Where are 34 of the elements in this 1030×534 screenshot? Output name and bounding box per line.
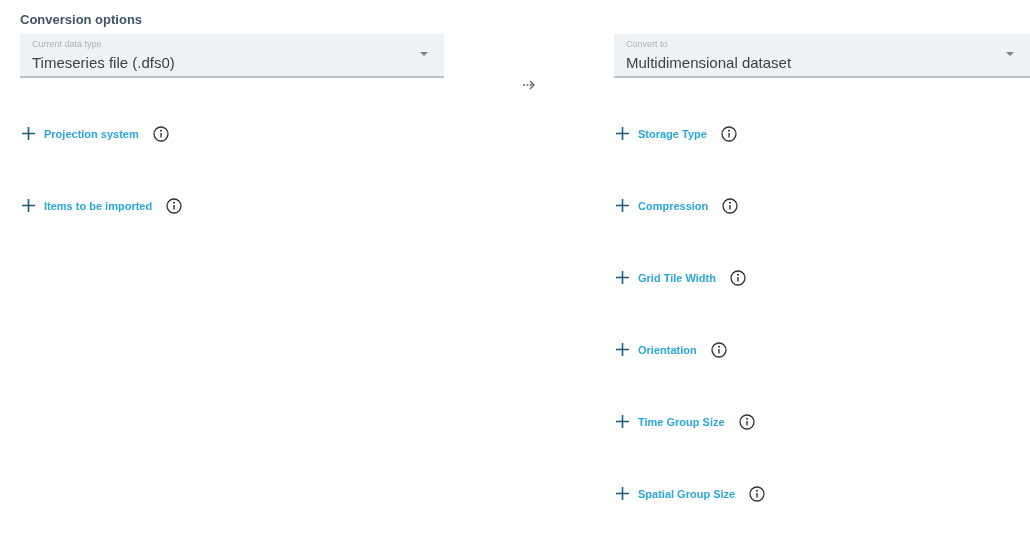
info-icon[interactable] bbox=[729, 269, 746, 286]
plus-icon[interactable] bbox=[616, 343, 629, 356]
dropdown-label: Convert to bbox=[626, 39, 668, 50]
plus-icon[interactable] bbox=[616, 199, 629, 212]
section-title: Conversion options bbox=[20, 12, 144, 28]
info-icon[interactable] bbox=[710, 341, 727, 358]
option-link[interactable]: Orientation bbox=[638, 343, 697, 356]
option-link[interactable]: Time Group Size bbox=[638, 415, 725, 428]
dropdown[interactable]: Current data type Timeseries file (.dfs0) bbox=[20, 34, 444, 78]
plus-icon[interactable] bbox=[22, 199, 35, 212]
info-icon[interactable] bbox=[722, 197, 739, 214]
option-link[interactable]: Projection system bbox=[44, 127, 139, 140]
info-icon[interactable] bbox=[749, 485, 766, 502]
plus-icon[interactable] bbox=[616, 271, 629, 284]
option-link[interactable]: Grid Tile Width bbox=[638, 271, 716, 284]
option-link[interactable]: Compression bbox=[638, 199, 709, 212]
dropdown-value: Timeseries file (.dfs0) bbox=[32, 53, 175, 73]
option-link[interactable]: Spatial Group Size bbox=[638, 487, 736, 500]
arrow-icon bbox=[522, 80, 536, 90]
plus-icon[interactable] bbox=[22, 127, 35, 140]
info-icon[interactable] bbox=[738, 413, 755, 430]
option-link[interactable]: Storage Type bbox=[638, 127, 707, 140]
plus-icon[interactable] bbox=[616, 127, 629, 140]
info-icon[interactable] bbox=[166, 197, 183, 214]
plus-icon[interactable] bbox=[616, 415, 629, 428]
option-link[interactable]: Items to be imported bbox=[44, 199, 153, 212]
dropdown-label: Current data type bbox=[32, 39, 102, 50]
plus-icon[interactable] bbox=[616, 487, 629, 500]
dropdown[interactable]: Convert to Multidimensional dataset bbox=[614, 34, 1030, 78]
caret-icon bbox=[1006, 52, 1014, 56]
dropdown-value: Multidimensional dataset bbox=[626, 53, 792, 73]
caret-icon bbox=[420, 52, 428, 56]
info-icon[interactable] bbox=[720, 125, 737, 142]
info-icon[interactable] bbox=[152, 125, 169, 142]
